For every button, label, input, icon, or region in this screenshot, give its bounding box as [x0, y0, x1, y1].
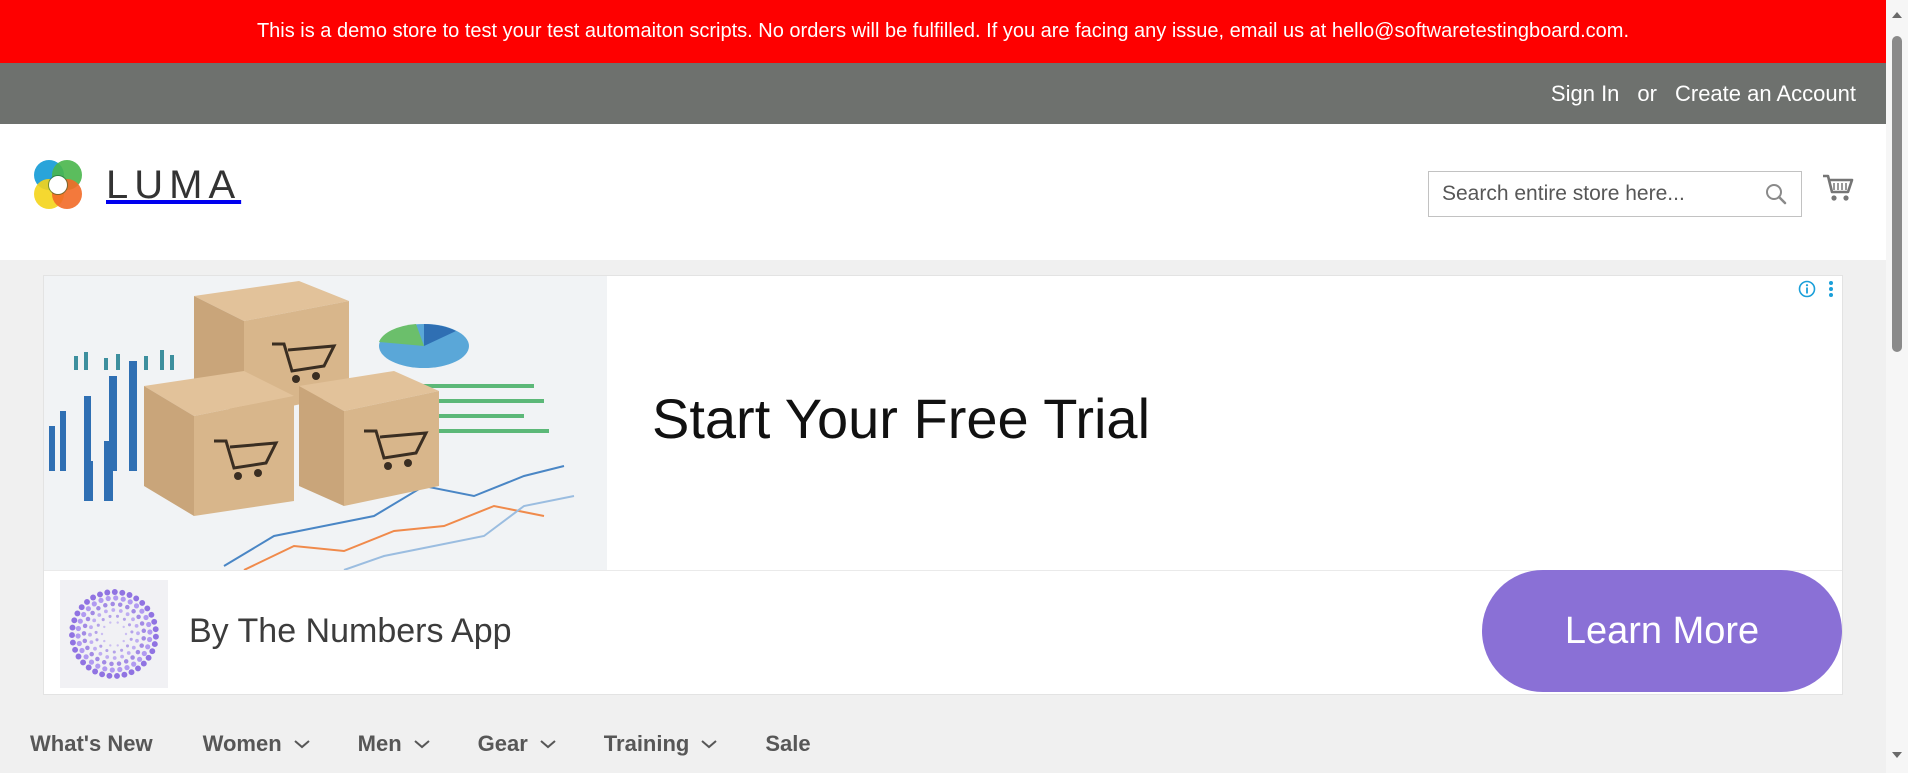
scroll-up-arrow-icon[interactable] [1891, 10, 1903, 20]
cart-icon[interactable] [1822, 172, 1854, 209]
nav-item-men[interactable]: Men [358, 731, 430, 757]
nav-item-label: What's New [30, 730, 153, 756]
ad-banner[interactable]: Start Your Free Trial By The Numbers App… [43, 275, 1843, 695]
scroll-down-arrow-icon[interactable] [1891, 750, 1903, 760]
nav-item-label: Women [202, 730, 282, 756]
chevron-down-icon [413, 739, 430, 748]
advertiser-logo[interactable] [60, 580, 168, 688]
main-nav: What's New Women Men Gear Training Sale [0, 714, 1886, 773]
create-account-link[interactable]: Create an Account [1675, 81, 1856, 107]
advertiser-name[interactable]: By The Numbers App [189, 612, 512, 651]
chevron-down-icon [293, 739, 310, 748]
vertical-scrollbar[interactable] [1886, 0, 1908, 773]
search-icon[interactable] [1765, 183, 1787, 210]
nav-item-what-s-new[interactable]: What's New [30, 731, 153, 757]
account-links: Sign In or Create an Account [1551, 81, 1856, 107]
demo-notice-text: This is a demo store to test your test a… [256, 20, 1630, 42]
luma-logo[interactable]: LUMA [30, 157, 241, 213]
chevron-down-icon [701, 739, 718, 748]
sign-in-link[interactable]: Sign In [1551, 81, 1620, 107]
logo-wordmark: LUMA [106, 162, 242, 207]
more-vertical-icon[interactable] [1828, 280, 1834, 303]
nav-item-label: Training [603, 730, 690, 756]
nav-item-training[interactable]: Training [604, 731, 718, 757]
links-separator: or [1637, 80, 1657, 106]
ad-image[interactable] [44, 276, 607, 570]
info-icon[interactable] [1798, 280, 1816, 303]
luma-logo-icon [34, 160, 82, 209]
nav-item-sale[interactable]: Sale [765, 731, 810, 757]
demo-notice-banner: This is a demo store to test your test a… [0, 0, 1886, 63]
top-links-bar: Sign In or Create an Account [0, 63, 1886, 124]
ad-controls [1798, 280, 1834, 303]
nav-item-gear[interactable]: Gear [478, 731, 556, 757]
chevron-down-icon [540, 739, 556, 748]
page: This is a demo store to test your test a… [0, 0, 1886, 773]
nav-item-label: Gear [477, 730, 528, 756]
search-box [1428, 171, 1802, 217]
dot-spiral-icon [69, 589, 159, 679]
nav-item-women[interactable]: Women [203, 731, 310, 757]
site-header: LUMA [0, 124, 1886, 260]
ad-headline[interactable]: Start Your Free Trial [652, 386, 1150, 451]
nav-item-label: Men [357, 730, 402, 756]
search-input[interactable] [1429, 172, 1762, 216]
nav-item-label: Sale [765, 730, 811, 756]
ad-illustration [44, 276, 607, 570]
learn-more-button[interactable]: Learn More [1482, 570, 1842, 692]
scroll-thumb[interactable] [1892, 36, 1902, 352]
